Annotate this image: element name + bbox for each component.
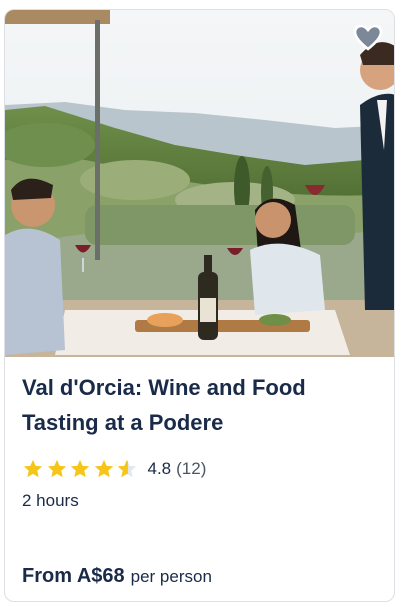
rating-value: 4.8 <box>147 459 172 478</box>
wishlist-button[interactable] <box>350 20 386 56</box>
review-count[interactable]: (12) <box>176 459 206 479</box>
activity-photo[interactable] <box>5 10 394 357</box>
price-row: From A$68 per person <box>22 565 212 588</box>
star-rating <box>22 458 140 480</box>
activity-card[interactable]: Val d'Orcia: Wine and Food Tasting at a … <box>4 9 395 602</box>
price-value: From A$68 <box>22 565 125 587</box>
heart-icon <box>353 24 383 51</box>
star-icon <box>94 459 113 478</box>
price-unit: per person <box>130 567 212 586</box>
star-half-icon <box>117 459 137 478</box>
activity-photo-illustration <box>5 10 394 357</box>
star-icon <box>47 459 66 478</box>
activity-duration: 2 hours <box>22 491 79 510</box>
activity-title[interactable]: Val d'Orcia: Wine and Food Tasting at a … <box>22 370 377 440</box>
star-icon <box>23 459 43 478</box>
star-icon <box>70 459 90 478</box>
rating-row: 4.8 (12) <box>22 457 206 481</box>
